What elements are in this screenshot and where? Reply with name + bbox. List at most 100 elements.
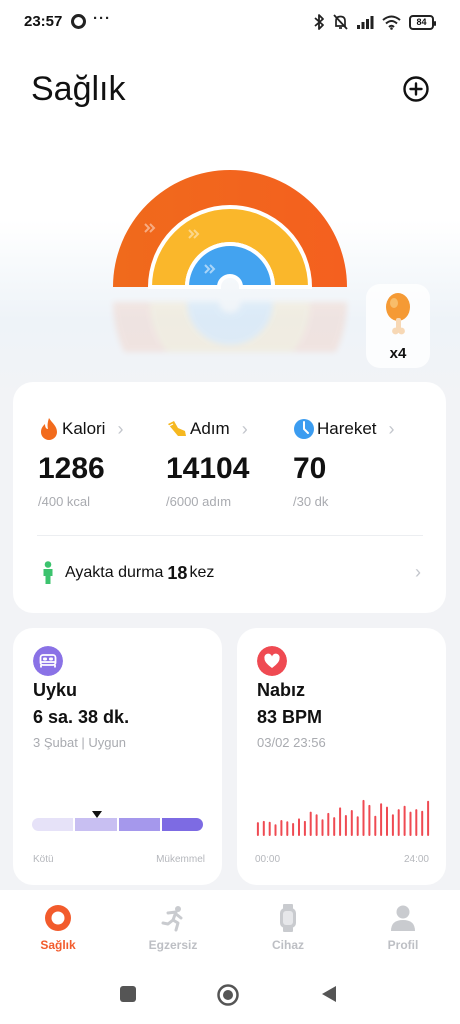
shoe-icon <box>168 421 186 436</box>
heart-rate-bar <box>298 818 300 836</box>
bluetooth-icon <box>314 14 324 30</box>
more-notifications-icon: ··· <box>93 10 111 27</box>
add-button[interactable] <box>401 74 431 104</box>
calorie-label: Kalori <box>62 419 106 438</box>
heart-rate-bar <box>315 814 318 836</box>
heart-rate-bar <box>397 809 400 836</box>
chevron-right-icon: › <box>117 418 124 439</box>
back-button[interactable] <box>320 985 338 1003</box>
signal-icon <box>357 16 374 29</box>
wifi-icon <box>382 15 401 30</box>
move-metric[interactable]: Hareket › 70 /30 dk <box>293 416 423 510</box>
activity-rings[interactable] <box>105 162 355 297</box>
heart-rate-bar <box>415 809 418 836</box>
silent-bell-icon <box>333 14 348 30</box>
heart-rate-bar <box>427 800 430 836</box>
heart-rate-bar <box>386 806 388 836</box>
notification-ring-icon <box>71 14 86 29</box>
sleep-quality-marker <box>91 811 102 818</box>
standing-person-icon <box>43 561 53 584</box>
reward-count: x4 <box>389 345 407 362</box>
heart-rate-bar <box>403 805 406 836</box>
steps-label: Adım <box>190 419 230 438</box>
status-bar: 23:57 ··· 84 <box>0 0 460 44</box>
heart-rate-bar <box>362 799 365 836</box>
heart-rate-bar <box>274 824 277 836</box>
sleep-segment <box>161 818 203 831</box>
tab-device-label: Cihaz <box>271 938 304 952</box>
profile-icon <box>391 905 415 931</box>
chevron-right-icon: › <box>241 418 248 439</box>
stand-unit: kez <box>189 564 215 581</box>
battery-indicator: 84 <box>409 14 436 30</box>
heart-rate-bar <box>280 820 283 836</box>
stand-row[interactable]: Ayakta durma 18 kez › <box>41 560 421 586</box>
tab-health-label: Sağlık <box>40 938 76 952</box>
heart-icon <box>257 646 287 676</box>
heart-rate-bar <box>303 820 306 836</box>
heart-rate-bar <box>380 803 383 836</box>
sleep-segment <box>75 818 117 831</box>
move-goal: /30 dk <box>293 494 329 509</box>
tab-health[interactable]: Sağlık <box>12 904 104 952</box>
chart-x-start: 00:00 <box>255 854 281 865</box>
activity-card[interactable]: Kalori › 1286 /400 kcal Adım › 14104 /60… <box>13 382 446 613</box>
sleep-scale-high: Mükemmel <box>156 854 205 865</box>
bottom-tab-bar: Sağlık Egzersiz Cihaz Profil <box>0 890 460 964</box>
tab-profile[interactable]: Profil <box>357 904 449 952</box>
heart-rate-bar <box>309 811 312 836</box>
tab-exercise-label: Egzersiz <box>148 938 198 952</box>
heart-rate-bar <box>339 807 342 836</box>
health-ring-icon <box>45 905 71 931</box>
runner-icon <box>161 906 183 932</box>
chevron-right-icon: › <box>388 418 395 439</box>
steps-value: 14104 <box>166 452 250 485</box>
sleep-subtitle: 3 Şubat | Uygun <box>33 735 126 750</box>
calorie-metric[interactable]: Kalori › 1286 /400 kcal <box>38 416 168 509</box>
heart-rate-bar <box>327 812 330 836</box>
tab-profile-label: Profil <box>387 938 419 952</box>
steps-metric[interactable]: Adım › 14104 /6000 adım <box>166 416 296 510</box>
drumstick-icon <box>386 293 410 335</box>
status-time: 23:57 <box>24 13 63 30</box>
heart-rate-bar <box>292 823 295 836</box>
heart-rate-bar <box>333 817 336 836</box>
divider <box>37 535 423 536</box>
heart-rate-bar <box>256 822 259 836</box>
heart-timestamp: 03/02 23:56 <box>257 735 326 750</box>
heart-rate-bar <box>344 815 347 836</box>
sleep-segment <box>32 818 74 831</box>
sleep-card[interactable]: Uyku 6 sa. 38 dk. 3 Şubat | Uygun Kötü M… <box>13 628 222 885</box>
calorie-goal: /400 kcal <box>38 494 91 509</box>
heart-rate-bar <box>409 811 412 836</box>
heart-rate-bar <box>350 810 353 836</box>
page-title: Sağlık <box>31 70 126 108</box>
stand-label: Ayakta durma <box>65 564 164 581</box>
sleep-segment <box>118 818 160 831</box>
heart-rate-bar <box>374 815 377 836</box>
rings-reflection <box>113 302 347 352</box>
heart-rate-bar <box>321 819 324 836</box>
heart-rate-bar <box>391 814 394 836</box>
recents-button[interactable] <box>119 985 137 1003</box>
heart-rate-chart <box>256 799 430 836</box>
heart-rate-bar <box>421 810 424 836</box>
chart-x-end: 24:00 <box>403 854 429 865</box>
heart-rate-bar <box>262 820 265 836</box>
heart-rate-card[interactable]: Nabız 83 BPM 03/02 23:56 00:00 24:00 <box>237 628 446 885</box>
tab-exercise[interactable]: Egzersiz <box>127 904 219 952</box>
sleep-title: Uyku <box>33 680 78 700</box>
steps-goal: /6000 adım <box>166 494 232 509</box>
sleep-scale-low: Kötü <box>33 854 54 865</box>
heart-rate-bar <box>268 821 271 836</box>
home-button[interactable] <box>217 984 239 1006</box>
flame-icon <box>41 418 57 440</box>
heart-rate-bar <box>368 804 371 836</box>
heart-title: Nabız <box>257 680 306 700</box>
calorie-value: 1286 <box>38 452 105 485</box>
tab-device[interactable]: Cihaz <box>242 904 334 952</box>
chevron-right-icon: › <box>415 562 421 582</box>
heart-value: 83 BPM <box>257 707 323 727</box>
reward-card[interactable]: x4 <box>366 284 430 368</box>
heart-rate-bar <box>286 821 289 836</box>
